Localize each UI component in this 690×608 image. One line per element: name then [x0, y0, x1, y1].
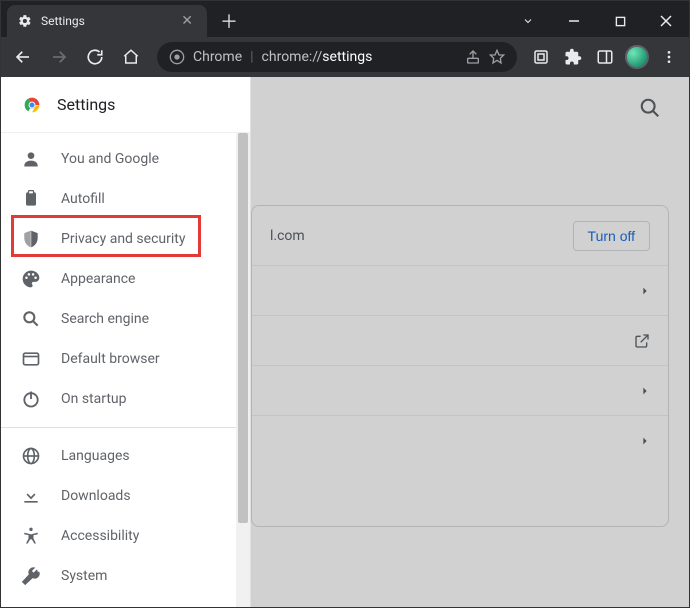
sidebar-list: You and Google Autofill Privacy and secu…	[1, 133, 250, 607]
omnibox-separator: |	[250, 49, 253, 65]
sidebar-item-privacy-security[interactable]: Privacy and security	[1, 219, 238, 259]
sidebar-item-label: Accessibility	[61, 528, 139, 544]
sidebar-item-reset[interactable]: Reset and clean up	[1, 596, 238, 607]
sidebar-title: Settings	[57, 95, 115, 114]
person-icon	[21, 149, 41, 169]
sidebar-item-default-browser[interactable]: Default browser	[1, 339, 238, 379]
main-content: l.com Turn off	[251, 77, 689, 607]
profile-avatar[interactable]	[623, 43, 651, 71]
restore-icon	[21, 606, 41, 607]
sidebar-item-appearance[interactable]: Appearance	[1, 259, 238, 299]
accessibility-icon	[21, 526, 41, 546]
extension-icon-1[interactable]	[527, 43, 555, 71]
sidebar-item-system[interactable]: System	[1, 556, 238, 596]
browser-window-icon	[21, 349, 41, 369]
sidebar-header: Settings	[1, 77, 250, 133]
tabstrip: Settings ✕ ＋	[1, 1, 243, 37]
sidebar-item-label: Downloads	[61, 488, 131, 504]
sidebar-item-label: Default browser	[61, 351, 160, 367]
download-icon	[21, 486, 41, 506]
forward-button[interactable]	[43, 41, 75, 73]
sidebar-separator	[1, 427, 250, 428]
minimize-button[interactable]	[551, 5, 597, 37]
new-tab-button[interactable]: ＋	[215, 7, 243, 35]
maximize-button[interactable]	[597, 5, 643, 37]
sidebar-item-accessibility[interactable]: Accessibility	[1, 516, 238, 556]
sidebar-item-label: You and Google	[61, 151, 159, 167]
sidebar-scrollbar[interactable]	[236, 133, 250, 607]
omnibox-url: chrome://settings	[262, 49, 373, 65]
sidebar-item-label: System	[61, 568, 107, 584]
browser-toolbar: Chrome | chrome://settings	[1, 37, 689, 77]
sidebar-item-label: On startup	[61, 391, 127, 407]
titlebar: Settings ✕ ＋	[1, 1, 689, 37]
sidebar-item-label: Appearance	[61, 271, 135, 287]
sidebar-item-on-startup[interactable]: On startup	[1, 379, 238, 419]
settings-sidebar: Settings You and Google Autofill Privacy…	[1, 77, 251, 607]
palette-icon	[21, 269, 41, 289]
sidebar-item-label: Privacy and security	[61, 231, 185, 247]
sidebar-item-label: Languages	[61, 448, 130, 464]
scrollbar-thumb[interactable]	[238, 133, 248, 523]
omnibox-prefix: Chrome	[193, 49, 242, 65]
window-controls	[505, 5, 689, 37]
sidebar-item-languages[interactable]: Languages	[1, 436, 238, 476]
reload-button[interactable]	[79, 41, 111, 73]
shield-icon	[21, 229, 41, 249]
back-button[interactable]	[7, 41, 39, 73]
tab-title: Settings	[41, 14, 85, 28]
power-icon	[21, 389, 41, 409]
sidepanel-icon[interactable]	[591, 43, 619, 71]
globe-icon	[21, 446, 41, 466]
chrome-mono-icon	[169, 49, 185, 65]
kebab-menu-icon[interactable]	[655, 43, 683, 71]
wrench-icon	[21, 566, 41, 586]
close-tab-icon[interactable]: ✕	[177, 13, 197, 29]
close-window-button[interactable]	[643, 5, 689, 37]
share-icon[interactable]	[465, 49, 481, 65]
address-bar[interactable]: Chrome | chrome://settings	[157, 42, 517, 72]
chrome-logo-icon	[21, 94, 43, 116]
gear-icon	[17, 13, 33, 29]
dropdown-icon[interactable]	[505, 5, 551, 37]
sidebar-item-you-and-google[interactable]: You and Google	[1, 139, 238, 179]
browser-tab[interactable]: Settings ✕	[7, 5, 207, 37]
extensions-puzzle-icon[interactable]	[559, 43, 587, 71]
sidebar-item-autofill[interactable]: Autofill	[1, 179, 238, 219]
magnifier-icon	[21, 309, 41, 329]
clipboard-icon	[21, 189, 41, 209]
sidebar-item-label: Autofill	[61, 191, 105, 207]
sidebar-item-label: Search engine	[61, 311, 149, 327]
home-button[interactable]	[115, 41, 147, 73]
sidebar-item-search-engine[interactable]: Search engine	[1, 299, 238, 339]
star-icon[interactable]	[489, 49, 505, 65]
dim-overlay	[251, 77, 689, 607]
sidebar-item-downloads[interactable]: Downloads	[1, 476, 238, 516]
